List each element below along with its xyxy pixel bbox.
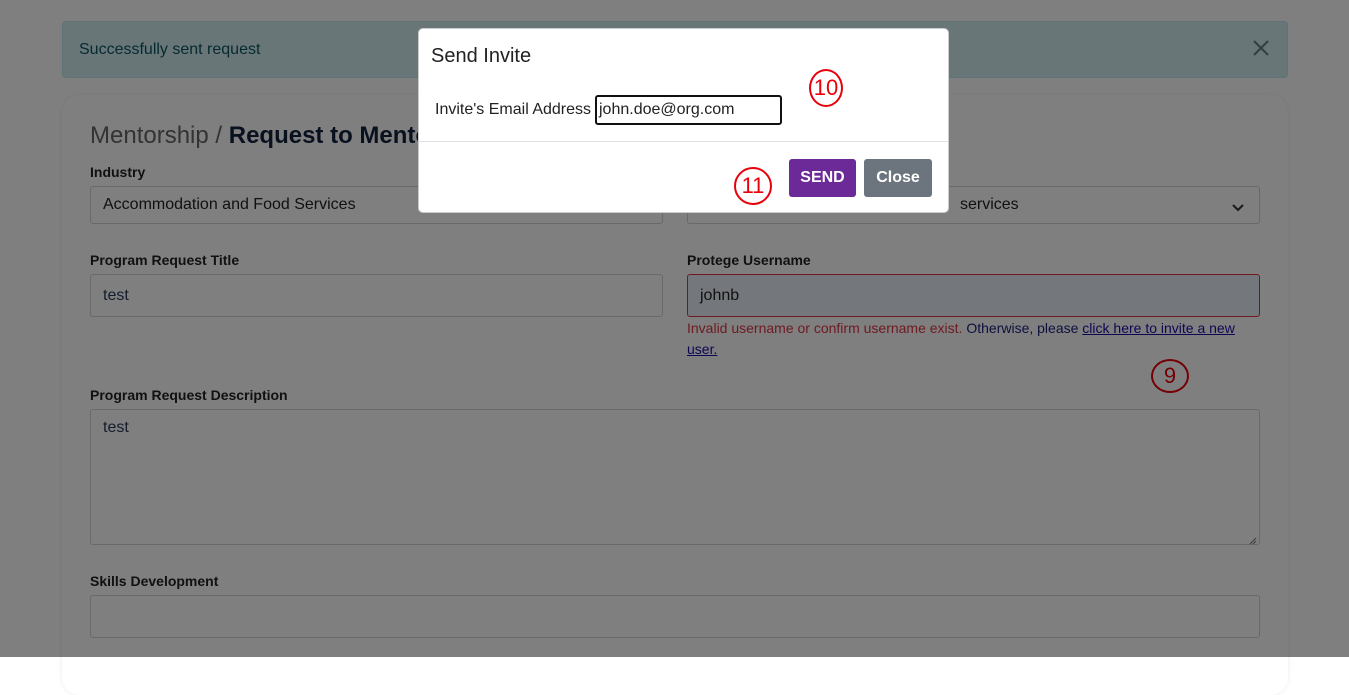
send-button[interactable]: SEND <box>789 159 856 197</box>
send-invite-modal: Send Invite Invite's Email Address john.… <box>418 28 949 213</box>
email-label: Invite's Email Address <box>435 101 592 118</box>
annotation-11: 11 <box>734 167 772 205</box>
email-value: john.doe@org.com <box>599 101 735 118</box>
annotation-10: 10 <box>809 69 843 107</box>
modal-divider <box>419 141 948 142</box>
modal-title: Send Invite <box>431 45 532 67</box>
email-input[interactable]: john.doe@org.com <box>595 95 782 125</box>
close-button[interactable]: Close <box>864 159 932 197</box>
